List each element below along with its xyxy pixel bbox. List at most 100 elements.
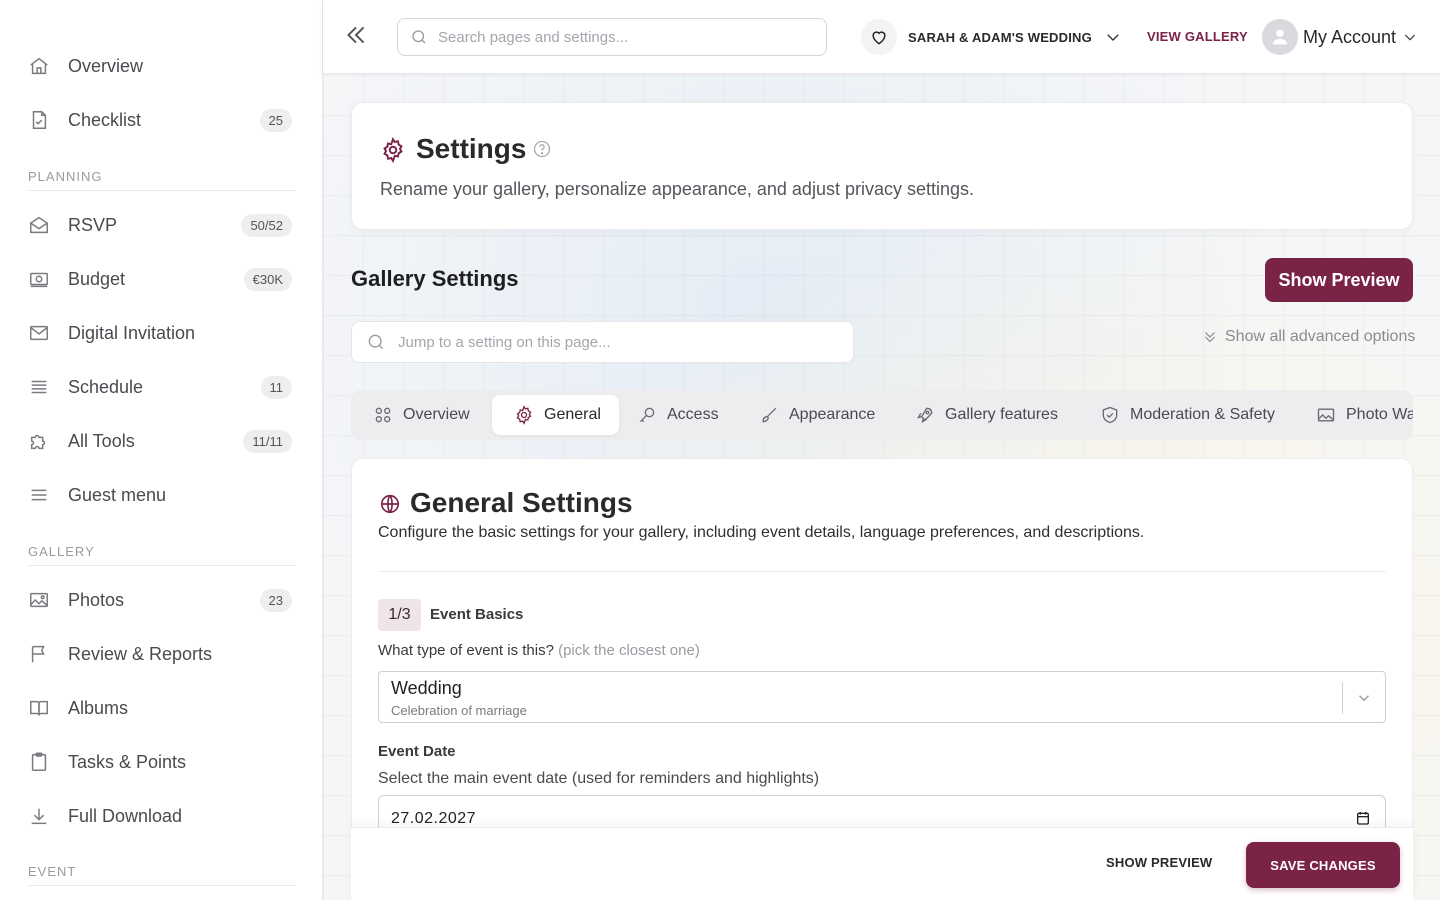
globe-icon [380, 494, 400, 514]
tab-access[interactable]: Access [615, 395, 737, 435]
event-date-label: Event Date [378, 743, 456, 760]
count-badge: 23 [259, 588, 292, 612]
jump-to-setting-search[interactable] [351, 321, 854, 363]
count-badge: 50/52 [241, 213, 292, 237]
event-type-value: Wedding [391, 678, 462, 698]
tab-overview[interactable]: Overview [351, 395, 488, 435]
tab-photo-wall[interactable]: Photo Wa [1294, 395, 1413, 435]
sidebar-item-label: Overview [68, 55, 144, 76]
puzzle-icon [28, 429, 60, 453]
tab-appearance[interactable]: Appearance [737, 395, 893, 435]
chevron-down-icon [1359, 695, 1369, 702]
divider [1342, 682, 1343, 714]
sidebar-item-digital-invitation[interactable]: Digital Invitation [28, 313, 292, 353]
list-icon [28, 375, 60, 399]
section-heading: Gallery Settings [351, 266, 519, 291]
divider [378, 571, 1386, 572]
amount-badge: €30K [243, 267, 292, 291]
section-title-planning: PLANNING [28, 169, 296, 191]
checklist-icon [28, 108, 60, 132]
step-badge: 1/3 [378, 599, 421, 631]
view-gallery-link[interactable]: VIEW GALLERY [1147, 29, 1248, 44]
sidebar-item-label: Full Download [68, 805, 183, 826]
envelope-open-icon [28, 213, 60, 237]
grid-icon [375, 407, 391, 423]
avatar [1262, 19, 1298, 55]
money-icon [28, 267, 60, 291]
mail-icon [28, 321, 60, 345]
sidebar-item-overview[interactable]: Overview [28, 46, 292, 86]
page-description: Rename your gallery, personalize appeara… [380, 179, 974, 199]
sidebar-item-review-reports[interactable]: Review & Reports [28, 634, 292, 674]
home-icon [28, 54, 60, 78]
event-type-question: What type of event is this? [378, 642, 554, 659]
sidebar-item-schedule[interactable]: Schedule 11 [28, 367, 292, 407]
sidebar-item-label: Budget [68, 268, 126, 289]
sidebar-item-checklist[interactable]: Checklist 25 [28, 100, 292, 140]
jump-to-setting-input[interactable] [398, 333, 838, 351]
sidebar-item-tasks-points[interactable]: Tasks & Points [28, 742, 292, 782]
count-badge: 11/11 [243, 429, 292, 453]
sidebar-item-label: Schedule [68, 376, 144, 397]
sidebar: Overview Checklist 25 PLANNING RSVP 50/5… [0, 0, 323, 900]
tab-label: Gallery features [945, 406, 1058, 423]
event-type-select[interactable]: Wedding Celebration of marriage [378, 671, 1386, 723]
global-search[interactable] [397, 18, 827, 56]
tab-label: Appearance [789, 406, 876, 423]
tab-label: General [544, 406, 601, 423]
tab-label: Overview [403, 406, 470, 423]
sidebar-item-label: All Tools [68, 430, 135, 451]
sidebar-item-label: Digital Invitation [68, 322, 196, 343]
image-icon [28, 588, 60, 612]
count-badge: 11 [260, 375, 292, 399]
search-icon [412, 30, 426, 44]
tab-label: Access [667, 406, 719, 423]
show-preview-button[interactable]: Show Preview [1265, 258, 1413, 302]
tab-moderation-safety[interactable]: Moderation & Safety [1078, 395, 1293, 435]
help-icon[interactable] [532, 139, 552, 159]
card-title: General Settings [410, 487, 633, 518]
sidebar-item-guest-menu[interactable]: Guest menu [28, 475, 292, 515]
collapse-sidebar-button[interactable] [343, 22, 371, 52]
shield-icon [1102, 406, 1118, 424]
book-icon [28, 696, 60, 720]
step-title: Event Basics [430, 606, 524, 623]
card-description: Configure the basic settings for your ga… [378, 524, 1145, 541]
event-type-subtitle: Celebration of marriage [391, 703, 527, 718]
show-advanced-options-toggle[interactable]: Show all advanced options [1201, 328, 1415, 346]
sidebar-item-label: Checklist [68, 109, 142, 130]
tab-gallery-features[interactable]: Gallery features [893, 395, 1076, 435]
double-chevron-down-icon [1205, 332, 1215, 343]
chevron-down-icon [1107, 34, 1119, 41]
image-icon [1317, 408, 1335, 422]
flag-icon [28, 642, 60, 666]
sidebar-item-label: Guest menu [68, 484, 167, 505]
advanced-options-label: Show all advanced options [1225, 328, 1416, 345]
sidebar-item-photos[interactable]: Photos 23 [28, 580, 292, 620]
tab-general[interactable]: General [492, 395, 619, 435]
event-date-description: Select the main event date (used for rem… [378, 770, 820, 787]
global-search-input[interactable] [438, 28, 818, 46]
sidebar-item-label: Review & Reports [68, 643, 213, 664]
chevron-down-icon [1404, 34, 1416, 41]
account-label: My Account [1303, 26, 1397, 47]
event-date-value: 27.02.2027 [391, 810, 477, 827]
event-name: SARAH & ADAM'S WEDDING [908, 29, 1092, 45]
sidebar-item-full-download[interactable]: Full Download [28, 796, 292, 836]
main-content: Settings Rename your gallery, personaliz… [323, 75, 1440, 900]
sidebar-item-all-tools[interactable]: All Tools 11/11 [28, 421, 292, 461]
tab-label: Photo Wa [1346, 406, 1413, 423]
page-title: Settings [416, 133, 527, 164]
settings-header-card: Settings Rename your gallery, personaliz… [351, 102, 1413, 230]
sidebar-item-label: Albums [68, 697, 129, 718]
account-menu[interactable]: My Account [1262, 18, 1418, 56]
sidebar-item-albums[interactable]: Albums [28, 688, 292, 728]
save-changes-button[interactable]: SAVE CHANGES [1246, 842, 1400, 888]
sidebar-item-budget[interactable]: Budget €30K [28, 259, 292, 299]
sidebar-item-rsvp[interactable]: RSVP 50/52 [28, 205, 292, 245]
gear-icon [383, 137, 403, 163]
event-selector[interactable]: SARAH & ADAM'S WEDDING [861, 18, 1122, 56]
calendar-icon[interactable] [1355, 810, 1371, 826]
user-icon [1272, 29, 1288, 45]
footer-show-preview-button[interactable]: SHOW PREVIEW [1106, 855, 1212, 870]
